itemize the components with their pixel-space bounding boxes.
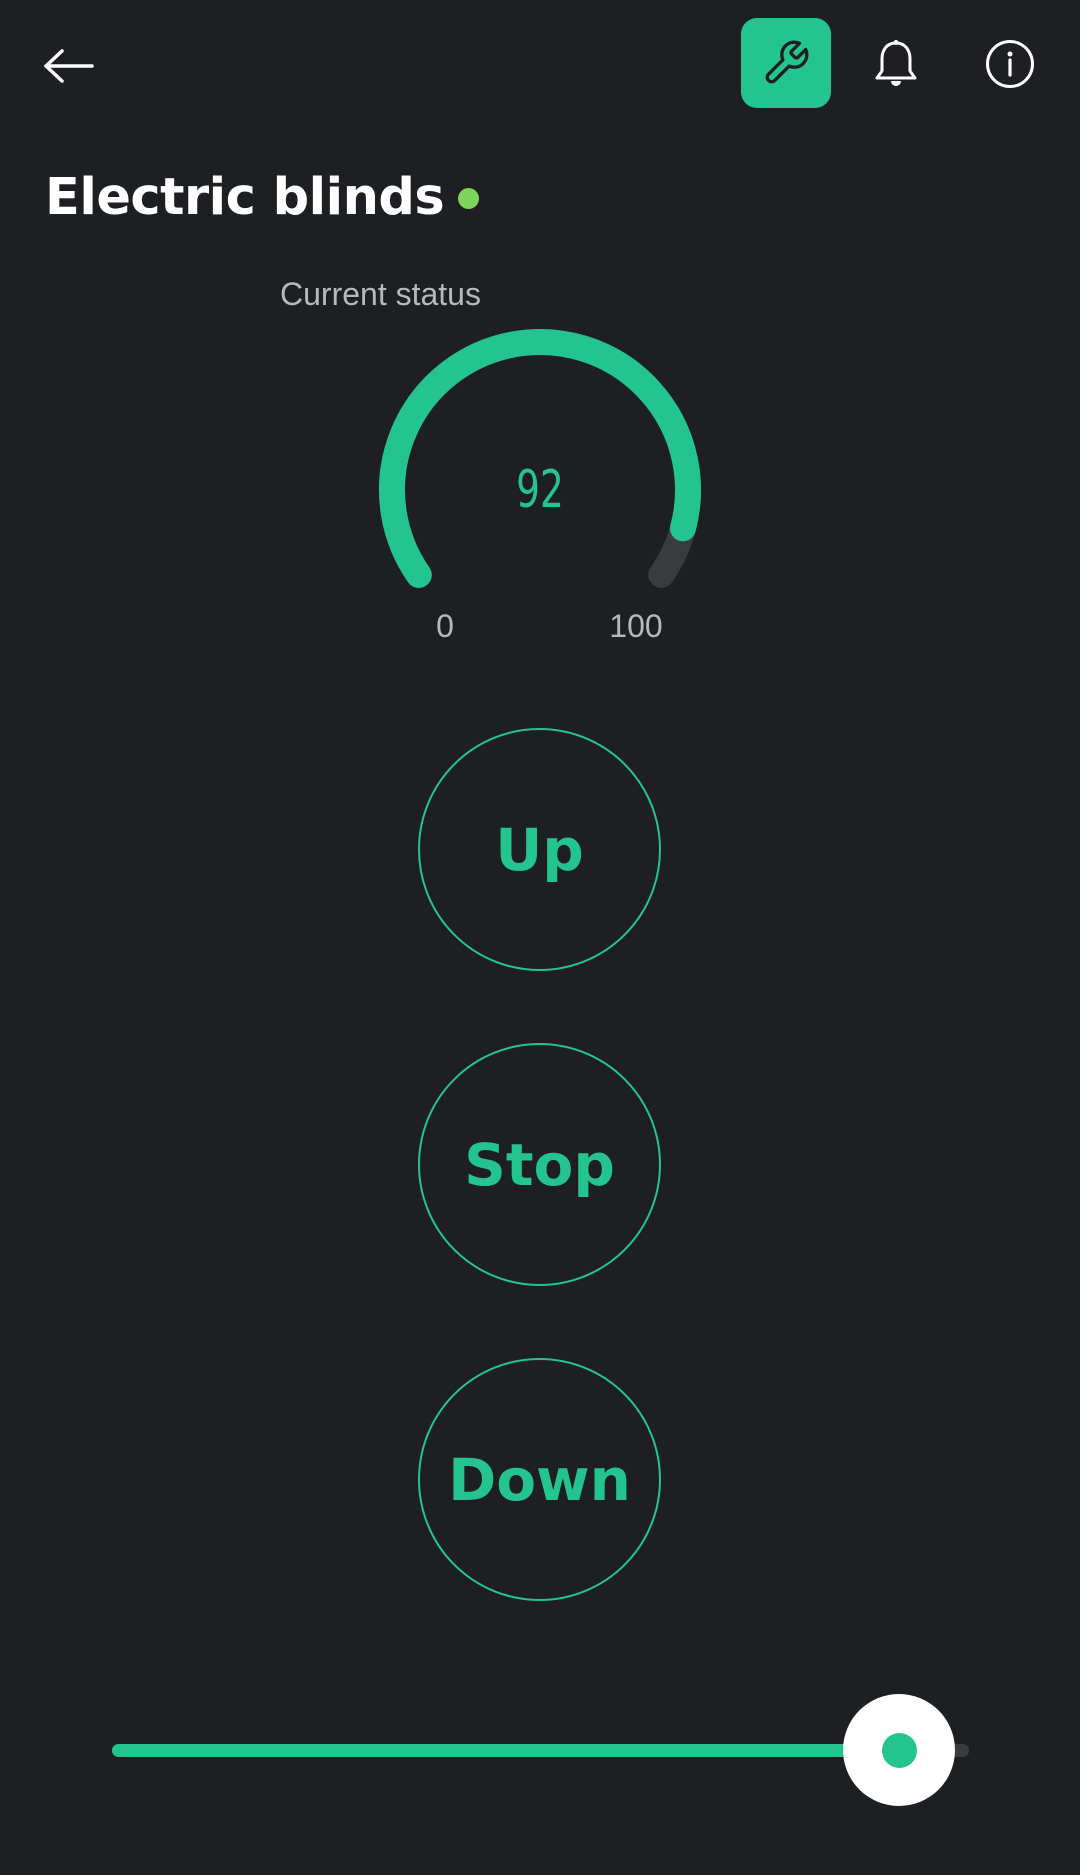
arrow-left-icon [44,49,94,83]
stop-button[interactable]: Stop [418,1043,661,1286]
settings-button[interactable] [741,18,831,108]
position-slider-thumb[interactable] [843,1694,955,1806]
info-icon [986,40,1034,88]
slider-thumb-dot [881,1732,917,1768]
bell-icon [875,40,917,86]
status-indicator-dot [458,188,479,209]
notifications-button[interactable] [862,30,930,98]
back-button[interactable] [36,34,100,98]
page-title: Electric blinds [45,168,445,227]
position-slider-fill [112,1744,901,1757]
up-button[interactable]: Up [418,728,661,971]
gauge-min-label: 0 [436,608,454,644]
info-button[interactable] [976,30,1044,98]
gauge-max-label: 100 [609,608,663,644]
gauge-value: 92 [516,460,564,520]
down-button[interactable]: Down [418,1358,661,1601]
gauge-fill [379,329,701,588]
position-slider-track[interactable] [112,1744,969,1757]
wrench-icon [765,40,809,84]
